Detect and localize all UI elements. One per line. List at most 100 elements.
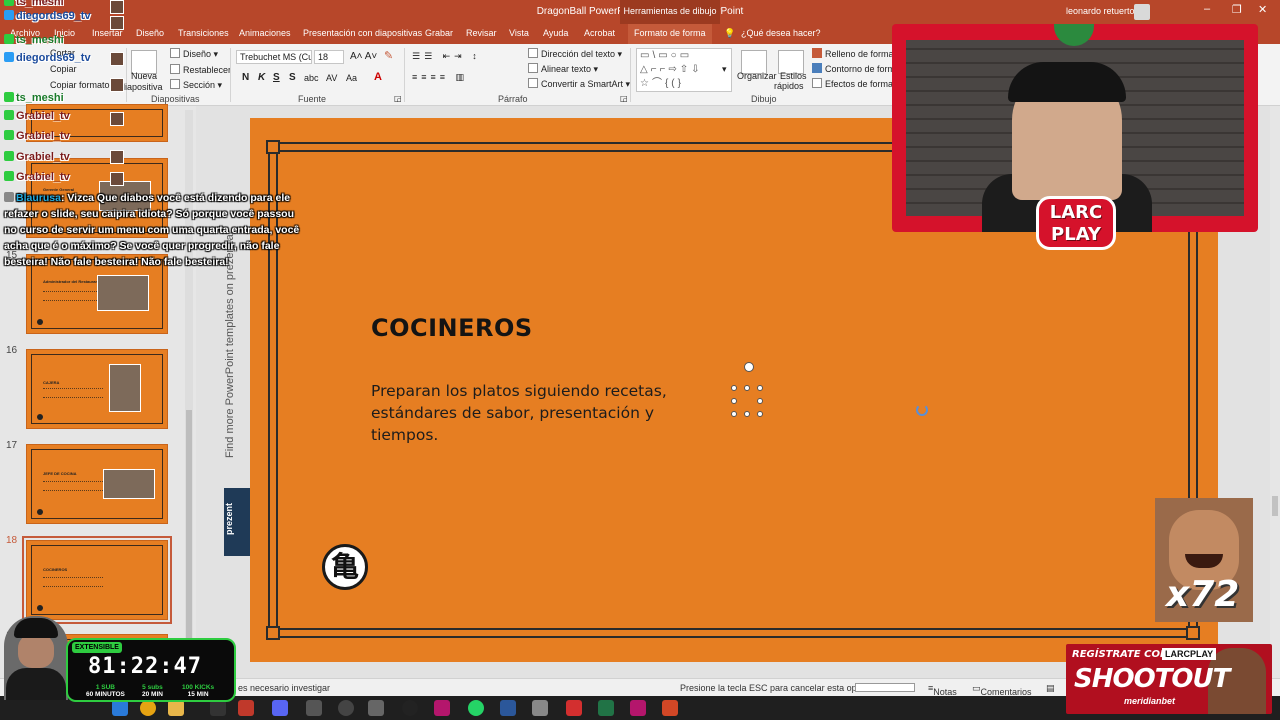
copy-button[interactable]: Copiar <box>50 64 77 74</box>
maximize-icon[interactable]: ❐ <box>1232 3 1242 16</box>
chat-username: ts_meshi <box>4 0 64 8</box>
rotate-handle-icon[interactable] <box>744 362 754 372</box>
group-separator <box>126 48 127 102</box>
clear-format-icon[interactable]: ✎ <box>384 49 393 62</box>
section-button[interactable]: Sección ▾ <box>170 79 222 91</box>
underline-button[interactable]: S <box>273 72 280 83</box>
resize-handle[interactable] <box>757 411 763 417</box>
resize-handle[interactable] <box>757 398 763 404</box>
chat-avatar <box>110 150 124 164</box>
font-color-icon[interactable]: A <box>374 71 382 83</box>
tab-formato-forma[interactable]: Formato de forma <box>628 24 712 44</box>
smartart-button[interactable]: Convertir a SmartArt ▾ <box>528 78 630 90</box>
quick-styles-label-1[interactable]: Estilos <box>780 71 807 81</box>
char-spacing-icon[interactable]: AV <box>326 73 337 83</box>
reset-button[interactable]: Restablecer <box>170 64 231 75</box>
tab-diseno[interactable]: Diseño <box>136 28 164 38</box>
pen-icon <box>812 63 822 73</box>
tab-ayuda[interactable]: Ayuda <box>543 28 568 38</box>
slide-thumb-16[interactable]: CAJERA <box>26 349 168 429</box>
whatsapp-icon[interactable] <box>468 700 484 716</box>
user-name[interactable]: leonardo retuerto <box>1066 6 1135 16</box>
arrange-button[interactable]: Organizar <box>737 71 777 81</box>
slide-body-text[interactable]: Preparan los platos siguiendo recetas, e… <box>371 380 701 446</box>
app-icon[interactable] <box>434 700 450 716</box>
windows-start-icon[interactable] <box>112 700 128 716</box>
app-icon[interactable] <box>368 700 384 716</box>
font-size-select[interactable]: 18 <box>314 50 344 64</box>
chat-avatar <box>110 0 124 14</box>
acrobat-icon[interactable] <box>566 700 582 716</box>
bold-button[interactable]: N <box>242 72 249 83</box>
notes-button[interactable]: ≡ Notas <box>928 683 957 697</box>
tab-presentacion[interactable]: Presentación con diapositivas <box>303 28 422 38</box>
resize-handle[interactable] <box>744 411 750 417</box>
resize-handle[interactable] <box>731 411 737 417</box>
workspace-scrollbar[interactable] <box>1270 106 1280 678</box>
file-explorer-icon[interactable] <box>168 700 184 716</box>
app-icon[interactable] <box>238 700 254 716</box>
layout-icon <box>170 48 180 58</box>
paint-bucket-icon <box>812 48 822 58</box>
slide-title[interactable]: COCINEROS <box>371 314 533 342</box>
new-slide-label-2[interactable]: diapositiva <box>120 82 163 92</box>
tab-vista[interactable]: Vista <box>509 28 529 38</box>
resize-handle[interactable] <box>744 385 750 391</box>
close-icon[interactable]: ✕ <box>1258 3 1267 16</box>
slide-number: 16 <box>6 345 18 356</box>
discord-icon[interactable] <box>272 700 288 716</box>
normal-view-icon[interactable]: ▤ <box>1046 683 1055 694</box>
slide-thumb-18[interactable]: COCINEROS <box>22 536 172 624</box>
selected-shape[interactable] <box>731 385 763 417</box>
powerpoint-icon[interactable] <box>662 700 678 716</box>
gallery-more-icon[interactable]: ▾ <box>722 64 727 75</box>
frame-corner <box>266 140 280 154</box>
shape-fill-button[interactable]: Relleno de forma ▾ <box>812 48 901 60</box>
chrome-icon[interactable] <box>140 700 156 716</box>
tab-acrobat[interactable]: Acrobat <box>584 28 615 38</box>
resize-handle[interactable] <box>731 398 737 404</box>
font-grow-icon[interactable]: A˄ A˅ <box>350 51 377 62</box>
group-label-slides: Diapositivas <box>151 94 200 104</box>
layout-button[interactable]: Diseño ▾ <box>170 48 218 60</box>
tab-transiciones[interactable]: Transiciones <box>178 28 229 38</box>
user-avatar[interactable] <box>1134 4 1150 20</box>
app-icon[interactable] <box>306 700 322 716</box>
list-buttons-icon[interactable]: ☰☰ ⇤⇥ ↕ <box>412 51 481 62</box>
strikethrough-icon[interactable]: abc <box>304 73 319 83</box>
excel-icon[interactable] <box>598 700 614 716</box>
align-text-icon <box>528 63 538 73</box>
tab-grabar[interactable]: Grabar <box>425 28 453 38</box>
font-dialog-launcher-icon[interactable]: ◲ <box>394 94 402 103</box>
meme-counter: x72 <box>1166 574 1240 615</box>
text-direction-button[interactable]: Dirección del texto ▾ <box>528 48 622 60</box>
app-icon[interactable] <box>402 700 418 716</box>
calculator-icon[interactable] <box>532 700 548 716</box>
app-icon[interactable] <box>630 700 646 716</box>
format-painter-button[interactable]: Copiar formato <box>50 80 110 90</box>
quick-styles-label-2[interactable]: rápidos <box>774 81 804 91</box>
resize-handle[interactable] <box>731 385 737 391</box>
slide-thumb-17[interactable]: JEFE DE COCINA <box>26 444 168 524</box>
tab-animaciones[interactable]: Animaciones <box>239 28 291 38</box>
word-icon[interactable] <box>500 700 516 716</box>
resize-handle[interactable] <box>757 385 763 391</box>
font-family-select[interactable]: Trebuchet MS (Cu <box>236 50 312 64</box>
tell-me-search[interactable]: ¿Qué desea hacer? <box>741 28 821 38</box>
app-icon[interactable] <box>210 700 226 716</box>
align-text-button[interactable]: Alinear texto ▾ <box>528 63 598 75</box>
shapes-gallery[interactable]: ▭\▭○▭ △⌐⌐⇨⇧⇩ ☆⌒{(} <box>636 48 732 92</box>
minimize-icon[interactable]: – <box>1204 3 1210 15</box>
new-slide-label-1[interactable]: Nueva <box>131 71 157 81</box>
tab-revisar[interactable]: Revisar <box>466 28 497 38</box>
shape-effects-button[interactable]: Efectos de forma ▾ <box>812 78 900 90</box>
alignment-buttons-icon[interactable]: ≡≡≡≡ ▥ <box>412 72 468 83</box>
paragraph-dialog-launcher-icon[interactable]: ◲ <box>620 94 628 103</box>
slide-number-selected: 18 <box>6 535 18 546</box>
comments-button[interactable]: ▭ Comentarios <box>972 683 1032 697</box>
app-icon[interactable] <box>338 700 354 716</box>
shadow-button[interactable]: S <box>289 72 296 83</box>
smartart-icon <box>528 78 538 88</box>
change-case-icon[interactable]: Aa <box>346 73 357 83</box>
italic-button[interactable]: K <box>258 72 265 83</box>
